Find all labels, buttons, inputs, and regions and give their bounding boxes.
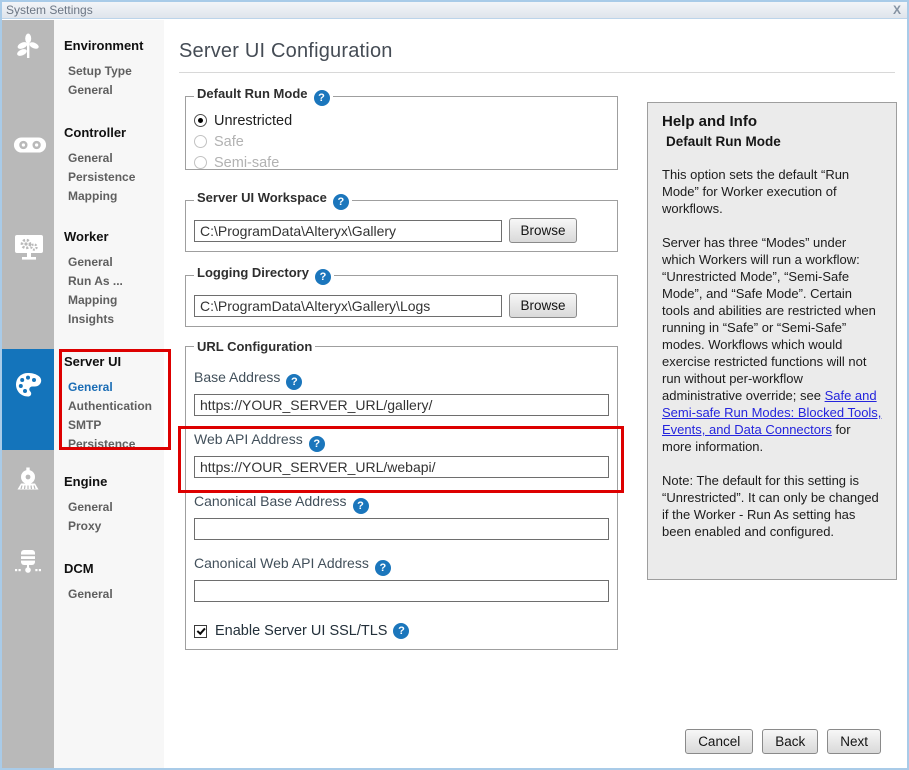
cancel-button[interactable]: Cancel [685, 729, 753, 754]
logging-legend: Logging Directory [197, 265, 309, 280]
help-icon-workspace[interactable] [333, 194, 349, 210]
nav-section-environment: Environment Setup Type General [64, 38, 160, 97]
canonical-base-address-label: Canonical Base Address [194, 493, 609, 511]
server-icon[interactable] [13, 547, 43, 577]
monitor-gears-icon[interactable] [13, 232, 43, 262]
radio-row-unrestricted: Unrestricted [194, 112, 609, 129]
canonical-web-api-address-label: Canonical Web API Address [194, 555, 609, 573]
canonical-web-api-address-input[interactable] [194, 580, 609, 602]
base-address-input[interactable] [194, 394, 609, 416]
help-icon-web-api-address[interactable] [309, 436, 325, 452]
help-paragraph-1: This option sets the default “Run Mode” … [662, 166, 882, 217]
nav-section-worker: Worker General Run As ... Mapping Insigh… [64, 229, 160, 326]
nav-item-worker-general[interactable]: General [68, 255, 160, 269]
title-divider [179, 72, 895, 73]
workspace-group: Server UI Workspace Browse [185, 190, 618, 252]
nav-item-worker-run-as[interactable]: Run As ... [68, 274, 160, 288]
radio-row-safe: Safe [194, 133, 609, 150]
back-button[interactable]: Back [762, 729, 818, 754]
radio-unrestricted[interactable] [194, 114, 207, 127]
plant-icon[interactable] [13, 32, 43, 62]
ssl-checkbox[interactable] [194, 625, 207, 638]
nav-item-worker-mapping[interactable]: Mapping [68, 293, 160, 307]
nav-item-engine-general[interactable]: General [68, 500, 160, 514]
nav-item-server-ui-smtp[interactable]: SMTP [68, 418, 160, 432]
close-icon[interactable] [893, 3, 901, 17]
engine-icon[interactable] [13, 465, 43, 495]
footer-buttons: Cancel Back Next [685, 729, 881, 754]
ssl-row: Enable Server UI SSL/TLS [194, 623, 609, 639]
help-panel-title: Help and Info [662, 113, 882, 130]
workspace-row: Browse [194, 218, 609, 243]
window-title: System Settings [6, 3, 93, 17]
radio-row-semi-safe: Semi-safe [194, 154, 609, 171]
nav-item-environment-general[interactable]: General [68, 83, 160, 97]
nav-header-server-ui[interactable]: Server UI [64, 354, 160, 369]
checkmark-icon [196, 625, 205, 634]
radio-label-safe: Safe [214, 134, 244, 150]
nav-section-engine: Engine General Proxy [64, 474, 160, 533]
page-title: Server UI Configuration [179, 40, 393, 63]
logging-row: Browse [194, 293, 609, 318]
help-paragraph-3: Note: The default for this setting is “U… [662, 472, 882, 540]
help-icon-base-address[interactable] [286, 374, 302, 390]
url-configuration-legend: URL Configuration [197, 339, 312, 354]
nav-item-controller-mapping[interactable]: Mapping [68, 189, 160, 203]
help-icon-canonical-base-address[interactable] [353, 498, 369, 514]
nav-item-server-ui-general[interactable]: General [68, 380, 160, 394]
next-button[interactable]: Next [827, 729, 881, 754]
radio-safe [194, 135, 207, 148]
radio-label-semi-safe: Semi-safe [214, 155, 279, 171]
radio-semi-safe [194, 156, 207, 169]
nav-header-dcm[interactable]: DCM [64, 561, 160, 576]
nav-item-setup-type[interactable]: Setup Type [68, 64, 160, 78]
url-configuration-group: URL Configuration Base Address Web API A… [185, 339, 618, 650]
nav-header-worker[interactable]: Worker [64, 229, 160, 244]
nav-section-server-ui: Server UI General Authentication SMTP Pe… [64, 354, 160, 451]
help-icon-default-run-mode[interactable] [314, 90, 330, 106]
nav-item-engine-proxy[interactable]: Proxy [68, 519, 160, 533]
help-panel: Help and Info Default Run Mode This opti… [647, 102, 897, 580]
help-icon-canonical-web-api-address[interactable] [375, 560, 391, 576]
default-run-mode-group: Default Run Mode Unrestricted Safe Semi-… [185, 86, 618, 170]
help-icon-ssl[interactable] [393, 623, 409, 639]
sidebar: Environment Setup Type General Controlle… [54, 20, 164, 768]
help-icon-logging[interactable] [315, 269, 331, 285]
workspace-input[interactable] [194, 220, 502, 242]
nav-item-worker-insights[interactable]: Insights [68, 312, 160, 326]
help-paragraph-2: Server has three “Modes” under which Wor… [662, 234, 882, 455]
nav-header-engine[interactable]: Engine [64, 474, 160, 489]
radio-label-unrestricted: Unrestricted [214, 113, 292, 129]
workspace-legend: Server UI Workspace [197, 190, 327, 205]
ssl-checkbox-label: Enable Server UI SSL/TLS [215, 623, 387, 639]
nav-item-dcm-general[interactable]: General [68, 587, 160, 601]
nav-item-server-ui-authentication[interactable]: Authentication [68, 399, 160, 413]
nav-item-controller-general[interactable]: General [68, 151, 160, 165]
nav-item-controller-persistence[interactable]: Persistence [68, 170, 160, 184]
canonical-base-address-input[interactable] [194, 518, 609, 540]
web-api-address-label: Web API Address [194, 431, 609, 449]
browse-button-logging[interactable]: Browse [509, 293, 577, 318]
nav-section-controller: Controller General Persistence Mapping [64, 125, 160, 203]
title-bar: System Settings [2, 2, 907, 19]
nav-section-dcm: DCM General [64, 561, 160, 601]
icon-strip [2, 20, 54, 768]
default-run-mode-legend: Default Run Mode [197, 86, 308, 101]
browse-button-workspace[interactable]: Browse [509, 218, 577, 243]
palette-icon[interactable] [13, 370, 43, 400]
help-panel-subtitle: Default Run Mode [666, 134, 882, 149]
system-settings-window: System Settings [0, 0, 909, 770]
base-address-label: Base Address [194, 369, 609, 387]
nav-header-controller[interactable]: Controller [64, 125, 160, 140]
nav-header-environment[interactable]: Environment [64, 38, 160, 53]
nav-item-server-ui-persistence[interactable]: Persistence [68, 437, 160, 451]
web-api-address-input[interactable] [194, 456, 609, 478]
gamepad-icon[interactable] [13, 132, 43, 162]
logging-group: Logging Directory Browse [185, 265, 618, 327]
logging-directory-input[interactable] [194, 295, 502, 317]
